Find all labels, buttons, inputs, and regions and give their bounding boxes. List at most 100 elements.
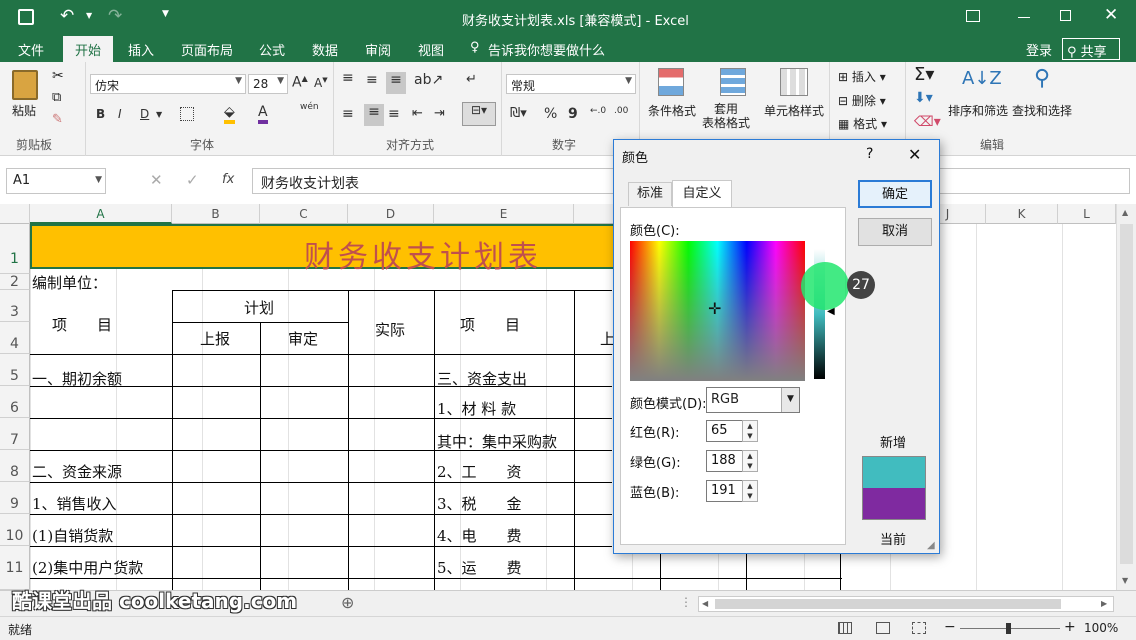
number-format-combo[interactable]: 常规 ▼ (506, 74, 636, 94)
row-header[interactable]: 3 (0, 290, 30, 322)
row-header[interactable]: 9 (0, 482, 30, 514)
font-name-combo[interactable]: 仿宋 ▼ (90, 74, 246, 94)
cell-c4-approved[interactable]: 审定 (288, 328, 318, 349)
fill-icon[interactable]: ⬇▾ (914, 90, 933, 106)
cell-e10[interactable]: 4、电 费 (437, 525, 522, 546)
cell-e3-item[interactable]: 项 目 (460, 314, 520, 335)
currency-icon[interactable]: ₪▾ (510, 106, 527, 121)
tab-data[interactable]: 数据 (312, 40, 338, 59)
ribbon-display-icon[interactable] (966, 10, 980, 22)
column-header-c[interactable]: C (260, 204, 348, 224)
color-mode-select[interactable]: RGB ▼ (706, 387, 800, 413)
tab-file[interactable]: 文件 (18, 40, 44, 59)
normal-view-icon[interactable] (838, 622, 852, 634)
undo-dropdown-icon[interactable]: ▼ (86, 11, 92, 20)
cancel-button[interactable]: 取消 (858, 218, 932, 246)
name-box[interactable]: A1 ▼ (6, 168, 106, 194)
grow-font-icon[interactable]: A▲ (292, 74, 308, 91)
column-header-e[interactable]: E (434, 204, 574, 224)
merge-center-icon[interactable]: ⊟▾ (462, 102, 496, 126)
cell-a2[interactable]: 编制单位： (32, 272, 107, 293)
scroll-thumb[interactable] (1120, 224, 1133, 564)
horizontal-scrollbar[interactable]: ◀ ▶ (698, 596, 1114, 612)
underline-button[interactable]: D (140, 107, 149, 121)
cell-a11[interactable]: (2)集中用户货款 (32, 557, 143, 578)
shrink-font-icon[interactable]: A▼ (314, 76, 328, 90)
increase-decimal-icon[interactable]: ←.0 (590, 106, 606, 116)
cancel-icon[interactable]: ✕ (150, 171, 163, 189)
delete-cells-button[interactable]: ⊟ 删除 ▾ (838, 92, 886, 109)
worksheet-grid[interactable]: A B C D E F G H I J K L ▲ ▼ 1 2 3 4 5 6 … (0, 204, 1136, 590)
undo-icon[interactable]: ↶ (60, 6, 74, 26)
decrease-indent-icon[interactable]: ⇤ (412, 106, 423, 121)
comma-button[interactable]: 9 (568, 106, 578, 122)
tab-insert[interactable]: 插入 (128, 40, 154, 59)
title-cell[interactable]: 财务收支计划表 (30, 224, 670, 275)
row-header[interactable]: 6 (0, 386, 30, 418)
find-select-icon[interactable]: ⚲ (1034, 66, 1050, 91)
cell-a8[interactable]: 二、资金来源 (32, 461, 122, 482)
tab-custom[interactable]: 自定义 (672, 180, 732, 208)
zoom-level[interactable]: 100% (1084, 621, 1118, 635)
italic-button[interactable]: I (118, 107, 122, 121)
page-layout-view-icon[interactable] (876, 622, 890, 634)
insert-cells-button[interactable]: ⊞ 插入 ▾ (838, 68, 886, 85)
maximize-icon[interactable] (1060, 10, 1071, 21)
increase-indent-icon[interactable]: ⇥ (434, 106, 445, 121)
help-icon[interactable]: ? (866, 146, 873, 162)
wrap-text-icon[interactable]: ↵ (466, 72, 477, 87)
cell-e9[interactable]: 3、税 金 (437, 493, 522, 514)
cell-e11[interactable]: 5、运 费 (437, 557, 522, 578)
chevron-down-icon[interactable]: ▼ (156, 110, 162, 119)
cell-b3-plan[interactable]: 计划 (244, 297, 274, 318)
column-header-a[interactable]: A (30, 204, 172, 224)
percent-button[interactable]: % (544, 106, 557, 122)
cell-style-button[interactable]: 单元格样式 (764, 102, 824, 119)
row-header[interactable]: 7 (0, 418, 30, 450)
row-header[interactable]: 2 (0, 274, 30, 290)
blue-spinner[interactable]: ▲ ▼ (742, 480, 758, 502)
align-left-icon[interactable]: ≡ (342, 106, 354, 122)
tab-home[interactable]: 开始 (63, 36, 114, 62)
cell-a10[interactable]: (1)自销货款 (32, 525, 113, 546)
crosshair-icon[interactable]: ✛ (708, 299, 721, 318)
close-icon[interactable]: ✕ (1104, 5, 1118, 25)
align-middle-icon[interactable]: ≡ (366, 72, 378, 88)
row-header[interactable]: 1 (0, 224, 30, 274)
row-header[interactable]: 11 (0, 546, 30, 590)
cell-a5[interactable]: 一、期初余额 (32, 368, 122, 389)
row-header[interactable]: 4 (0, 322, 30, 354)
login-link[interactable]: 登录 (1026, 40, 1052, 59)
cell-e7[interactable]: 其中：集中采购款 (437, 431, 557, 452)
scroll-left-icon[interactable]: ◀ (702, 599, 708, 608)
cut-icon[interactable]: ✂ (52, 68, 64, 84)
font-color-icon[interactable]: A (258, 104, 268, 124)
page-break-view-icon[interactable] (912, 622, 926, 634)
row-header[interactable]: 10 (0, 514, 30, 546)
hscroll-thumb[interactable] (715, 599, 1061, 609)
sort-filter-icon[interactable]: A↓Z (962, 68, 1002, 89)
color-spectrum[interactable]: ✛ (630, 241, 805, 381)
copy-icon[interactable]: ⧉ (52, 90, 61, 105)
zoom-out-icon[interactable]: − (944, 619, 956, 635)
column-header-b[interactable]: B (172, 204, 260, 224)
clear-icon[interactable]: ⌫▾ (914, 114, 941, 130)
paste-icon[interactable] (12, 70, 38, 100)
align-bottom-icon[interactable]: ≡ (386, 72, 406, 94)
conditional-format-icon[interactable] (658, 68, 684, 96)
cell-e8[interactable]: 2、工 资 (437, 461, 522, 482)
vertical-scrollbar[interactable]: ▲ ▼ (1116, 204, 1136, 590)
align-center-icon[interactable]: ≡ (364, 104, 384, 126)
tab-formulas[interactable]: 公式 (259, 40, 285, 59)
cell-a9[interactable]: 1、销售收入 (32, 493, 117, 514)
red-spinner[interactable]: ▲ ▼ (742, 420, 758, 442)
cell-a3-item[interactable]: 项 目 (52, 314, 112, 335)
tab-page-layout[interactable]: 页面布局 (181, 40, 233, 59)
find-select-button[interactable]: 查找和选择 (1012, 102, 1072, 119)
green-spinner[interactable]: ▲ ▼ (742, 450, 758, 472)
border-icon[interactable] (180, 107, 194, 121)
select-all-corner[interactable] (0, 204, 30, 224)
font-size-combo[interactable]: 28 ▼ (248, 74, 288, 94)
customize-qat-icon[interactable]: ▼ (162, 9, 169, 19)
format-cells-button[interactable]: ▦ 格式 ▾ (838, 115, 887, 132)
